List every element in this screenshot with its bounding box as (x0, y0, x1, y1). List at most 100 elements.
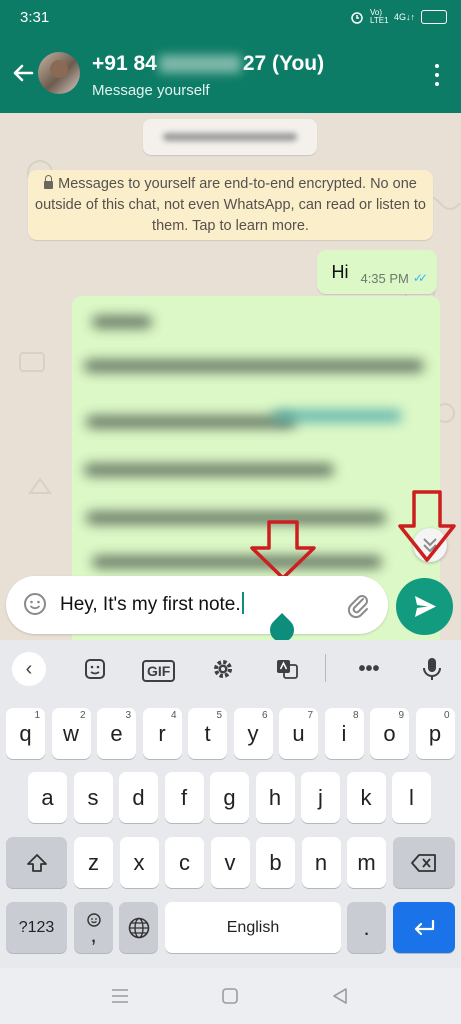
key-j[interactable]: j (301, 772, 340, 823)
annotation-arrow-scroll (398, 490, 456, 562)
key-label: h (268, 784, 282, 810)
key-number-hint: 9 (398, 710, 404, 721)
contact-name[interactable]: +91 84 27 (You) (92, 52, 324, 76)
avatar[interactable] (38, 52, 80, 94)
more-icon[interactable]: ••• (354, 654, 384, 684)
shift-icon (26, 853, 47, 872)
comma-label: , (90, 921, 97, 947)
key-d[interactable]: d (119, 772, 158, 823)
space-bar[interactable]: English (165, 902, 341, 953)
key-number-hint: 1 (34, 710, 40, 721)
attach-icon[interactable] (346, 593, 372, 619)
key-o[interactable]: o9 (370, 708, 409, 759)
chat-area[interactable]: Messages to yourself are end-to-end encr… (0, 113, 461, 640)
toolbar-collapse-button[interactable]: ‹ (12, 652, 46, 686)
key-label: w (63, 720, 79, 746)
key-u[interactable]: u7 (279, 708, 318, 759)
key-label: q (19, 720, 32, 746)
key-number-hint: 4 (170, 710, 177, 721)
microphone-icon[interactable] (418, 654, 446, 684)
text-caret (241, 592, 244, 614)
message-composer: Hey, It's my first note. (6, 576, 388, 634)
key-l[interactable]: l (392, 772, 431, 823)
outgoing-message[interactable]: Hi 4:35 PM ✓✓ (317, 250, 437, 294)
signal-indicator: 4G↓↑ (393, 12, 415, 22)
backspace-key[interactable] (393, 837, 455, 888)
redacted-digits (158, 55, 241, 74)
key-a[interactable]: a (28, 772, 67, 823)
redacted-date (163, 133, 297, 141)
enter-icon (414, 919, 435, 935)
message-input[interactable]: Hey, It's my first note. (60, 592, 244, 616)
key-c[interactable]: c (165, 837, 204, 888)
chat-header: +91 84 27 (You) Message yourself (0, 36, 461, 113)
shift-key[interactable] (6, 837, 67, 888)
key-h[interactable]: h (255, 772, 295, 823)
sticker-icon[interactable] (80, 654, 110, 684)
key-p[interactable]: p0 (415, 708, 455, 759)
key-label: j (318, 784, 323, 810)
key-e[interactable]: e3 (97, 708, 136, 759)
period-key[interactable]: . (347, 902, 386, 953)
key-t[interactable]: t5 (188, 708, 227, 759)
key-label: n (314, 849, 328, 875)
send-button[interactable] (396, 578, 453, 635)
volte-indicator: Vo) LTE1 (369, 8, 389, 25)
key-q[interactable]: q1 (6, 708, 45, 759)
key-label: t (204, 720, 211, 746)
encryption-notice-text: Messages to yourself are end-to-end encr… (35, 176, 426, 234)
key-f[interactable]: f (164, 772, 204, 823)
contact-subtitle: Message yourself (92, 82, 210, 99)
key-k[interactable]: k (346, 772, 386, 823)
key-label: English (226, 918, 280, 936)
settings-gear-icon[interactable] (208, 654, 238, 684)
emoji-comma-key[interactable]: , (74, 902, 113, 953)
key-w[interactable]: w2 (51, 708, 91, 759)
language-key[interactable] (119, 902, 158, 953)
key-label: u (292, 720, 305, 746)
translate-icon[interactable] (272, 654, 302, 684)
nav-bar (0, 968, 461, 1024)
key-v[interactable]: v (210, 837, 250, 888)
key-y[interactable]: y6 (233, 708, 273, 759)
lock-icon (44, 175, 54, 189)
symbols-key[interactable]: ?123 (6, 902, 67, 953)
emoji-icon[interactable] (24, 593, 46, 615)
key-s[interactable]: s (73, 772, 113, 823)
status-bar: 3:31 Vo) LTE1 4G↓↑ 47 (0, 0, 461, 36)
key-number-hint: 3 (125, 710, 131, 721)
key-number-hint: 8 (352, 710, 359, 721)
key-n[interactable]: n (301, 837, 341, 888)
key-r[interactable]: r4 (142, 708, 182, 759)
gif-button[interactable]: GIF (142, 660, 176, 682)
key-label: b (269, 849, 282, 875)
key-label: k (360, 784, 372, 810)
key-label: g (223, 784, 236, 810)
recents-icon[interactable] (110, 988, 130, 1004)
key-number-hint: 2 (79, 710, 86, 721)
back-triangle-icon[interactable] (330, 986, 350, 1006)
backspace-icon (411, 853, 436, 872)
back-arrow-icon[interactable] (8, 58, 38, 88)
key-g[interactable]: g (210, 772, 249, 823)
date-chip (143, 119, 317, 155)
key-x[interactable]: x (119, 837, 159, 888)
key-label: s (87, 784, 99, 810)
home-icon[interactable] (220, 986, 240, 1006)
encryption-notice[interactable]: Messages to yourself are end-to-end encr… (28, 170, 433, 240)
message-text: Hi (331, 261, 349, 282)
enter-key[interactable] (393, 902, 455, 953)
key-m[interactable]: m (347, 837, 386, 888)
alarm-icon (351, 12, 363, 24)
key-number-hint: 6 (261, 710, 268, 721)
key-label: l (409, 784, 414, 810)
key-label: v (224, 849, 236, 875)
keyboard: ‹ GIF ••• q1w2e3r4t5y6u7i8o9p0asdfghjklz… (0, 640, 461, 1024)
key-b[interactable]: b (256, 837, 295, 888)
status-icons: Vo) LTE1 4G↓↑ 47 (350, 9, 447, 25)
key-z[interactable]: z (74, 837, 113, 888)
battery-icon: 47 (421, 10, 447, 24)
more-options-icon[interactable] (433, 64, 441, 86)
key-i[interactable]: i8 (324, 708, 364, 759)
key-label: ?123 (18, 918, 55, 936)
